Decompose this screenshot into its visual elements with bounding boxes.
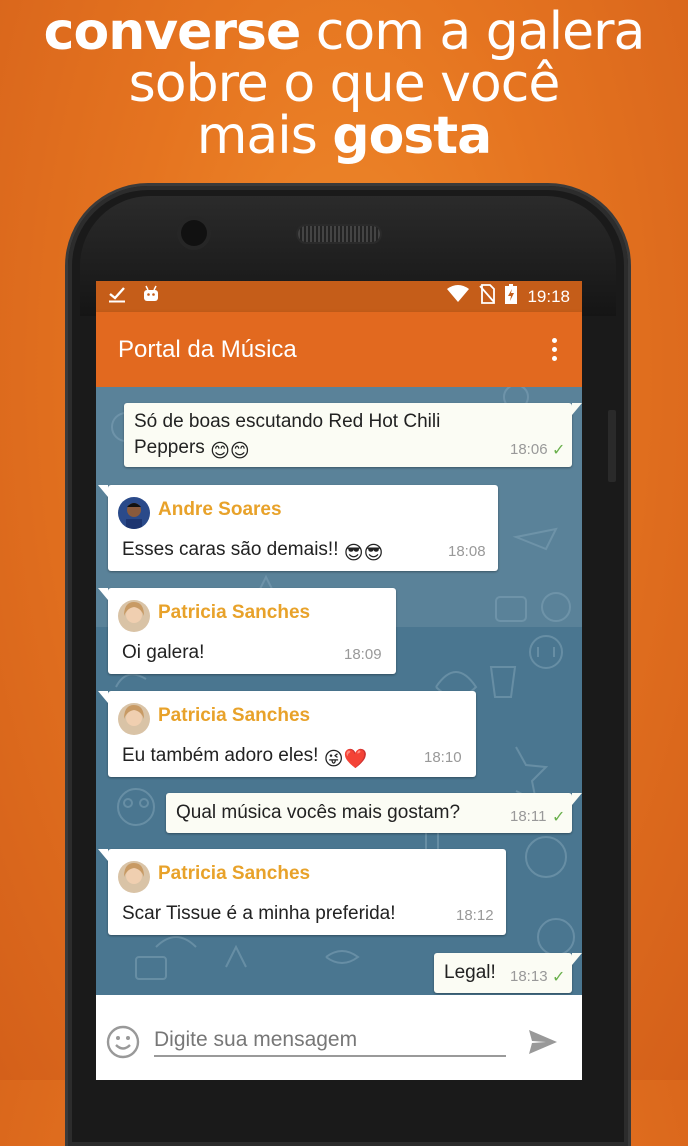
message-time: 18:08 [448, 543, 486, 560]
message-bubble-outgoing[interactable]: Só de boas escutando Red Hot Chili Peppe… [124, 403, 582, 467]
message-time: 18:12 [456, 907, 494, 924]
message-text: Só de boas escutando Red Hot Chili Peppe… [134, 409, 440, 465]
wifi-icon [447, 285, 470, 308]
bubble-tail [98, 691, 108, 703]
message-bubble-outgoing[interactable]: Qual música vocês mais gostam? 18:11 ✓ [166, 793, 582, 833]
avatar[interactable] [118, 861, 150, 893]
message-time: 18:06 [510, 441, 548, 458]
status-time: 19:18 [527, 286, 570, 306]
phone-side-button [608, 410, 616, 482]
avatar[interactable] [118, 703, 150, 735]
bubble-tail [572, 793, 582, 805]
message-bubble-incoming[interactable]: Patricia Sanches Eu também adoro eles! 😜… [98, 691, 476, 777]
headline-bold-word-3: gosta [332, 106, 492, 166]
avatar[interactable] [118, 497, 150, 529]
message-bubble-incoming[interactable]: Patricia Sanches Oi galera! 18:09 [98, 588, 396, 674]
message-bubble-incoming[interactable]: Andre Soares Esses caras são demais!! 😎😎… [98, 485, 498, 571]
headline-line-1: converse com a galera [0, 6, 688, 58]
no-sim-icon [479, 284, 496, 309]
promo-headline: converse com a galera sobre o que você m… [0, 6, 688, 162]
message-bubble-outgoing[interactable]: Legal! 18:13 ✓ [434, 953, 582, 993]
phone-screen: 19:18 Portal da Música Só de boas escuta… [96, 281, 582, 1080]
front-camera [181, 220, 207, 246]
message-time: 18:11 [510, 808, 547, 825]
chat-area[interactable]: Só de boas escutando Red Hot Chili Peppe… [96, 387, 582, 995]
sunglasses-emoji-icon: 😎😎 [343, 543, 384, 564]
app-bar: Portal da Música [96, 312, 582, 387]
bubble-tail [572, 953, 582, 965]
message-text: Oi galera! [122, 642, 205, 663]
read-check-icon: ✓ [552, 809, 566, 826]
bubble-tail [98, 588, 108, 600]
more-vert-icon[interactable] [552, 338, 558, 365]
message-text: Scar Tissue é a minha preferida! [122, 903, 396, 924]
message-text: Legal! [444, 962, 496, 983]
headline-bold-word-1: converse [43, 2, 302, 62]
smiley-icon[interactable] [106, 1025, 140, 1064]
send-icon[interactable] [528, 1029, 558, 1060]
message-text: Qual música vocês mais gostam? [176, 802, 461, 823]
battery-charging-icon [505, 284, 518, 309]
avatar[interactable] [118, 600, 150, 632]
message-text: Esses caras são demais!! 😎😎 [122, 537, 383, 567]
message-time: 18:10 [424, 749, 462, 766]
message-text: Eu também adoro eles! 😜❤️ [122, 743, 367, 773]
bubble-tail [98, 849, 108, 861]
sender-name: Patricia Sanches [158, 705, 311, 726]
sender-name: Patricia Sanches [158, 602, 311, 623]
headline-line-2: sobre o que você [128, 54, 561, 114]
bubble-tail [98, 485, 108, 497]
android-icon [142, 285, 160, 308]
headline-text-1: com a galera [300, 2, 646, 62]
download-done-icon [108, 285, 126, 308]
headline-text-3: mais [196, 106, 333, 166]
message-time: 18:13 [510, 968, 548, 985]
sender-name: Andre Soares [158, 499, 282, 520]
message-time: 18:09 [344, 646, 382, 663]
headline-line-3: mais gosta [0, 110, 688, 162]
message-bubble-incoming[interactable]: Patricia Sanches Scar Tissue é a minha p… [98, 849, 506, 935]
read-check-icon: ✓ [552, 969, 566, 986]
smiling-emoji-icon: 😊😊 [210, 441, 250, 462]
read-check-icon: ✓ [552, 442, 566, 459]
message-composer [96, 995, 582, 1080]
message-input[interactable] [154, 1025, 506, 1057]
wink-heart-emoji-icon: 😜❤️ [323, 749, 368, 770]
chat-title: Portal da Música [118, 336, 297, 363]
status-bar: 19:18 [96, 281, 582, 312]
bubble-tail [572, 403, 582, 415]
sender-name: Patricia Sanches [158, 863, 311, 884]
earpiece-speaker [298, 226, 380, 242]
